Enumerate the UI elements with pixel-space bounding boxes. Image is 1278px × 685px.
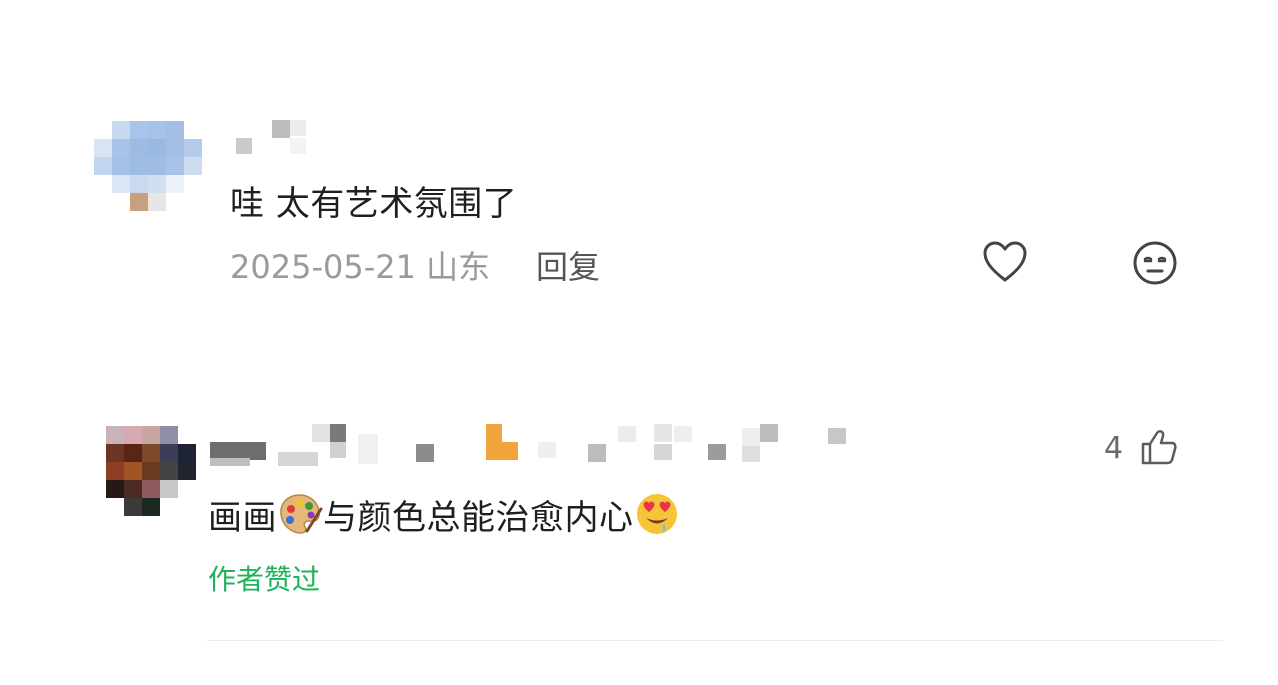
avatar[interactable] [106,426,196,516]
artist-palette-emoji [277,491,323,537]
heart-outline-icon[interactable] [982,240,1028,288]
comment-text: 哇 太有艺术氛围了 [230,184,518,224]
comment-location: 山东 [426,248,491,286]
comment-date: 2025-05-21 [230,248,416,286]
username-mosaic[interactable] [208,424,868,468]
reply-button[interactable]: 回复 [536,242,600,288]
heart-eyes-emoji [634,491,680,537]
comment-meta: 2025-05-21 山东 [230,242,490,288]
comment-section: 哇 太有艺术氛围了 2025-05-21 山东 回复 4 画画 与颜色总能治愈内… [0,0,1278,685]
divider [207,640,1223,641]
username-mosaic[interactable] [236,120,316,160]
comment-text: 画画 与颜色总能治愈内心 [208,490,680,539]
comment-text-part: 画画 [208,498,277,538]
author-liked-label: 作者赞过 [208,563,321,596]
comment-text-part: 与颜色总能治愈内心 [323,498,634,538]
like-count: 4 [1104,431,1124,466]
avatar[interactable] [94,121,202,211]
thumbs-up-icon[interactable] [1140,428,1178,470]
neutral-face-icon[interactable] [1132,240,1178,290]
